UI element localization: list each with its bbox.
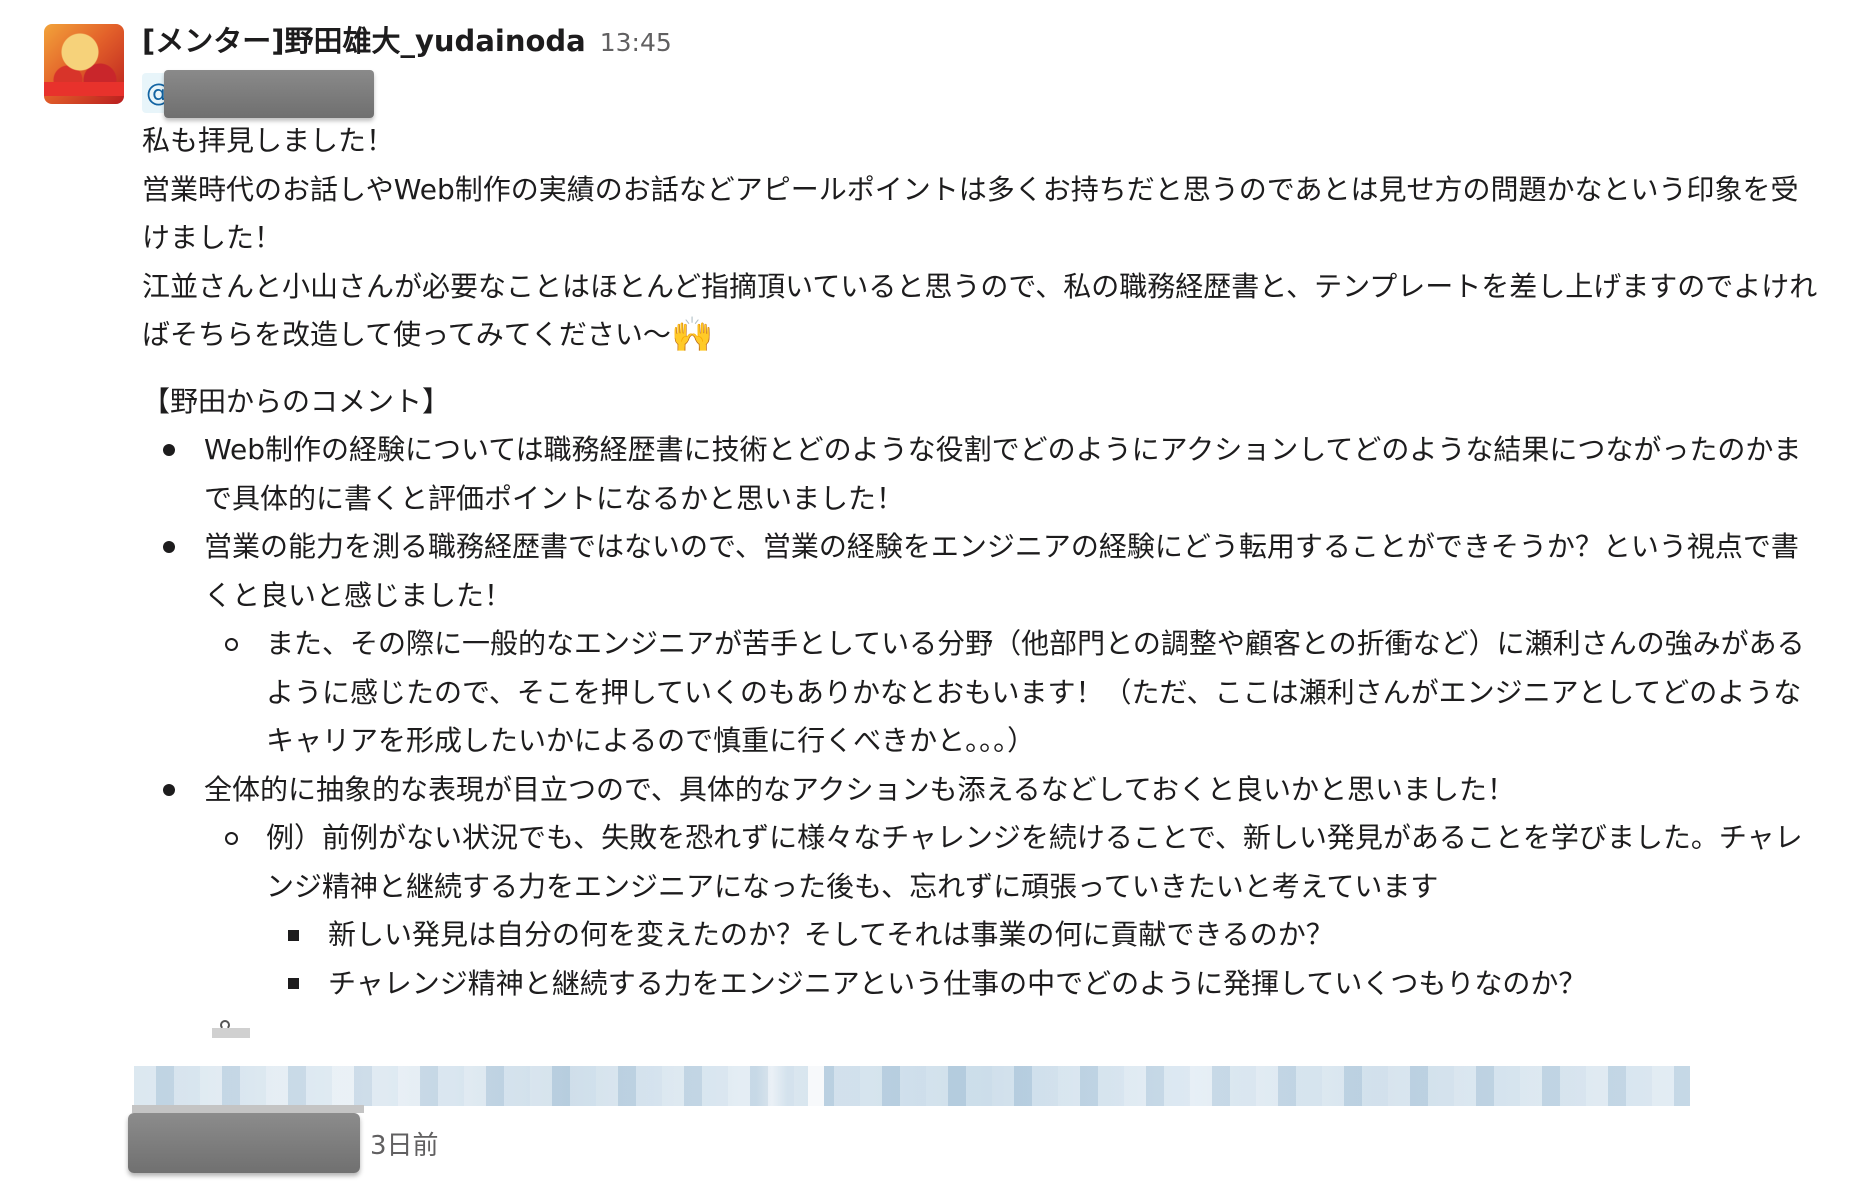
bullet-dot-icon [154, 766, 184, 814]
message-paragraph-text: 江並さんと小山さんが必要なことはほとんど指摘頂いていると思うので、私の職務経歴書… [142, 269, 1818, 352]
comment-heading: 【野田からのコメント】 [142, 385, 451, 418]
message-timestamp[interactable]: 13:45 [600, 28, 672, 57]
message-paragraph: 営業時代のお話しやWeb制作の実績のお話などアピールポイントは多くお持ちだと思う… [142, 172, 1799, 255]
list-item-text: 例）前例がない状況でも、失敗を恐れずに様々なチャレンジを続けることで、新しい発見… [266, 821, 1803, 903]
attachment-footer: 3日前 [128, 1105, 439, 1176]
list-item: チャレンジ精神と継続する力をエンジニアという仕事の中でどのように発揮していくつも… [142, 960, 1822, 1009]
list-item: 営業の能力を測る職務経歴書ではないので、営業の経験をエンジニアの経験にどう転用す… [142, 523, 1822, 620]
sender-name[interactable]: [メンター]野田雄大_yudainoda [142, 18, 586, 60]
list-item: また、その際に一般的なエンジニアが苦手としている分野（他部門との調整や顧客との折… [142, 620, 1822, 766]
bullet-circle-icon [216, 620, 246, 668]
list-item-text: チャレンジ精神と継続する力をエンジニアという仕事の中でどのように発揮していくつも… [328, 966, 1587, 1000]
avatar-image-detail [44, 82, 124, 96]
list-item-text: Web制作の経験については職務経歴書に技術とどのような役割でどのようにアクション… [204, 433, 1802, 515]
list-item-text: 全体的に抽象的な表現が目立つので、具体的なアクションも添えるなどしておくと良いか… [204, 772, 1515, 806]
list-item: 例）前例がない状況でも、失敗を恐れずに様々なチャレンジを続けることで、新しい発見… [142, 814, 1822, 911]
bullet-square-icon [278, 911, 308, 959]
bullet-dot-icon [154, 426, 184, 474]
redacted-source-name [128, 1105, 364, 1173]
list-item: Web制作の経験については職務経歴書に技術とどのような役割でどのようにアクション… [142, 426, 1822, 523]
redacted-mention-name [164, 70, 374, 118]
list-item: 全体的に抽象的な表現が目立つので、具体的なアクションも添えるなどしておくと良いか… [142, 766, 1822, 815]
list-item: 新しい発見は自分の何を変えたのか？そしてそれは事業の何に貢献できるのか？ [142, 911, 1822, 960]
blurred-link-preview[interactable] [134, 1066, 1690, 1106]
comment-list: Web制作の経験については職務経歴書に技術とどのような役割でどのようにアクション… [142, 426, 1822, 1008]
user-mention[interactable]: @ [142, 70, 374, 118]
message-paragraph: 江並さんと小山さんが必要なことはほとんど指摘頂いていると思うので、私の職務経歴書… [142, 263, 1822, 360]
cut-off-bullet-icon [212, 1020, 250, 1038]
message-paragraph: 私も拝見しました！ [142, 124, 395, 157]
list-item-text: 営業の能力を測る職務経歴書ではないので、営業の経験をエンジニアの経験にどう転用す… [204, 530, 1799, 612]
raised-hands-emoji: 🙌 [670, 315, 714, 355]
bullet-circle-icon [216, 814, 246, 862]
bullet-square-icon [278, 960, 308, 1008]
user-avatar[interactable] [44, 24, 124, 104]
preview-divider [808, 1066, 824, 1106]
list-item-text: また、その際に一般的なエンジニアが苦手としている分野（他部門との調整や顧客との折… [266, 627, 1805, 757]
list-item-text: 新しい発見は自分の何を変えたのか？そしてそれは事業の何に貢献できるのか？ [328, 918, 1334, 951]
message-header: [メンター]野田雄大_yudainoda 13:45 [142, 18, 672, 62]
message-body: 私も拝見しました！ 営業時代のお話しやWeb制作の実績のお話などアピールポイント… [142, 117, 1822, 360]
bullet-dot-icon [154, 523, 184, 571]
attachment-time: 3日前 [370, 1130, 439, 1161]
